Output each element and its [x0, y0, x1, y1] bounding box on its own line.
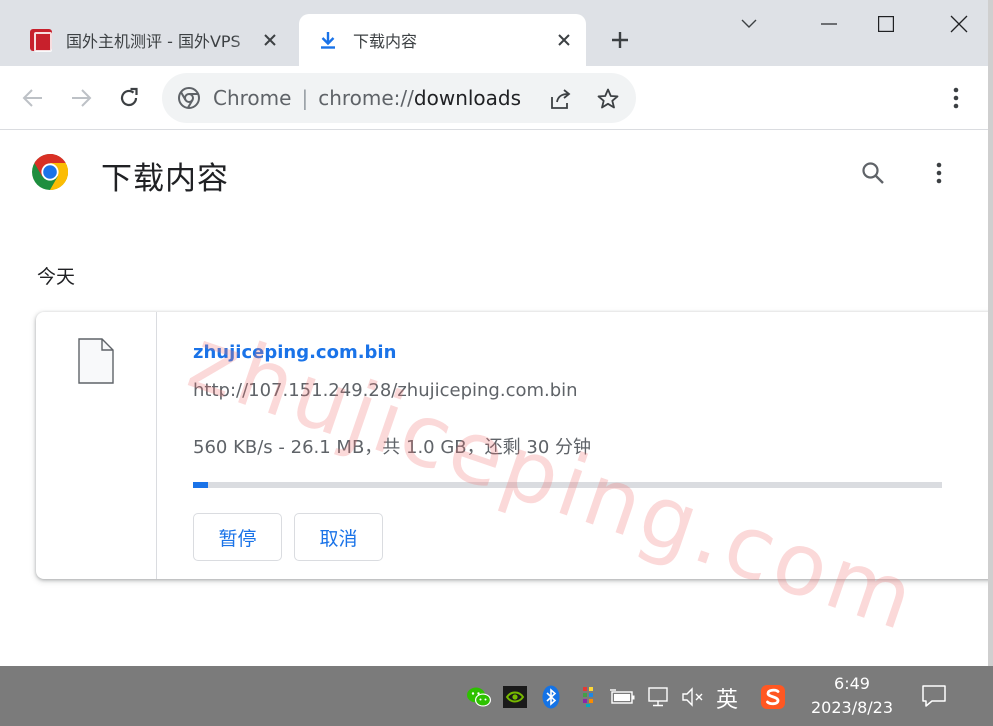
url-path: downloads: [413, 86, 522, 110]
chevron-down-icon: [741, 19, 757, 28]
new-tab-button[interactable]: [604, 24, 636, 56]
close-icon: [950, 15, 968, 33]
close-window-button[interactable]: [930, 0, 988, 48]
ime-indicator[interactable]: 英: [716, 682, 738, 714]
download-progress-bar: [193, 482, 942, 488]
reload-icon: [120, 87, 138, 107]
sogou-icon[interactable]: [760, 684, 786, 710]
more-vert-icon: [953, 87, 959, 109]
search-icon: [862, 162, 884, 184]
file-url: http://107.151.249.28/zhujiceping.com.bi…: [193, 380, 578, 401]
toolbar: Chrome | chrome://downloads: [0, 66, 993, 130]
plus-icon: [612, 32, 628, 48]
browser-menu-button[interactable]: [940, 82, 972, 114]
downloads-page: 下载内容 今天 zhujiceping.com.bin http://107.1…: [0, 131, 993, 666]
minimize-icon: [821, 23, 837, 25]
color-grid-icon[interactable]: [575, 684, 601, 710]
page-title: 下载内容: [101, 161, 229, 197]
download-status: 560 KB/s - 26.1 MB，共 1.0 GB，还剩 30 分钟: [193, 437, 592, 458]
arrow-right-icon: [72, 89, 92, 107]
network-icon[interactable]: [646, 684, 672, 710]
back-button[interactable]: [15, 80, 51, 116]
tab-title: 下载内容: [353, 32, 418, 51]
clock-date: 2023/8/23: [810, 698, 894, 717]
search-downloads-button[interactable]: [857, 157, 889, 189]
star-icon: [597, 88, 619, 109]
share-icon: [551, 89, 571, 109]
tab-close-icon[interactable]: [550, 26, 578, 54]
date-header: 今天: [37, 266, 76, 288]
chrome-logo-icon: [32, 154, 69, 190]
cancel-button[interactable]: 取消: [294, 513, 383, 561]
battery-icon[interactable]: [610, 684, 636, 710]
clock-time: 6:49: [834, 674, 870, 693]
chrome-site-icon: [177, 86, 201, 110]
notification-center-button[interactable]: [920, 682, 948, 710]
omnibox-separator: |: [301, 86, 309, 110]
tab-search-button[interactable]: [720, 0, 778, 48]
clock[interactable]: 6:49 2023/8/23: [800, 672, 904, 720]
tab-strip: 国外主机测评 - 国外VPS 下载内容: [0, 0, 993, 66]
share-button[interactable]: [547, 85, 575, 113]
tab-close-icon[interactable]: [256, 26, 284, 54]
nvidia-icon[interactable]: [502, 684, 528, 710]
url-scheme: chrome://: [318, 86, 414, 110]
tab-downloads[interactable]: 下载内容: [299, 14, 586, 66]
site-label: Chrome: [213, 86, 292, 110]
maximize-icon: [878, 16, 894, 32]
tab-zhujiceping[interactable]: 国外主机测评 - 国外VPS: [18, 14, 292, 66]
volume-muted-icon[interactable]: [680, 684, 706, 710]
tab-title: 国外主机测评 - 国外VPS: [66, 32, 241, 51]
pause-button[interactable]: 暂停: [193, 513, 282, 561]
forward-button[interactable]: [63, 80, 99, 116]
more-vert-icon: [936, 162, 942, 184]
bookmark-button[interactable]: [594, 85, 622, 113]
notification-icon: [922, 685, 946, 707]
address-bar[interactable]: Chrome | chrome://downloads: [162, 73, 636, 123]
minimize-button[interactable]: [800, 0, 858, 48]
bluetooth-icon[interactable]: [538, 684, 564, 710]
download-item: zhujiceping.com.bin http://107.151.249.2…: [36, 312, 993, 579]
downloads-menu-button[interactable]: [923, 157, 955, 189]
reload-button[interactable]: [111, 80, 147, 116]
download-progress-fill: [193, 482, 208, 488]
file-name-link[interactable]: zhujiceping.com.bin: [193, 342, 396, 363]
site-favicon-icon: [30, 29, 52, 52]
download-icon: [317, 29, 339, 51]
arrow-left-icon: [22, 89, 42, 107]
file-icon: [78, 338, 114, 384]
file-icon-column: [36, 312, 157, 579]
maximize-button[interactable]: [857, 0, 915, 48]
taskbar: 英 6:49 2023/8/23: [0, 666, 993, 726]
wechat-icon[interactable]: [466, 684, 492, 710]
window-edge: [988, 0, 993, 666]
